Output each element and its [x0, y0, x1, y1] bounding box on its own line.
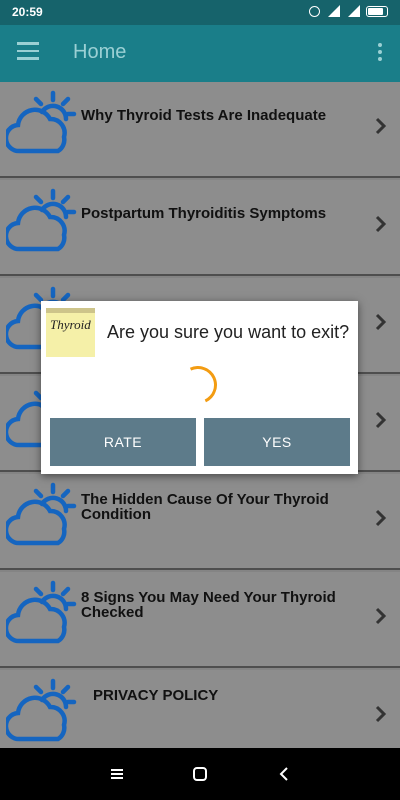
app-thumbnail: Thyroid	[46, 308, 95, 357]
system-nav-bar	[0, 748, 400, 800]
exit-dialog: Thyroid Are you sure you want to exit? R…	[41, 301, 358, 474]
thumbnail-text: Thyroid	[50, 317, 91, 332]
loading-spinner	[173, 360, 223, 410]
home-icon[interactable]	[192, 766, 208, 782]
dialog-message: Are you sure you want to exit?	[107, 322, 350, 342]
back-icon[interactable]	[276, 766, 292, 782]
yes-button[interactable]: YES	[204, 418, 350, 466]
recents-icon[interactable]	[109, 766, 125, 782]
rate-button[interactable]: RATE	[50, 418, 196, 466]
